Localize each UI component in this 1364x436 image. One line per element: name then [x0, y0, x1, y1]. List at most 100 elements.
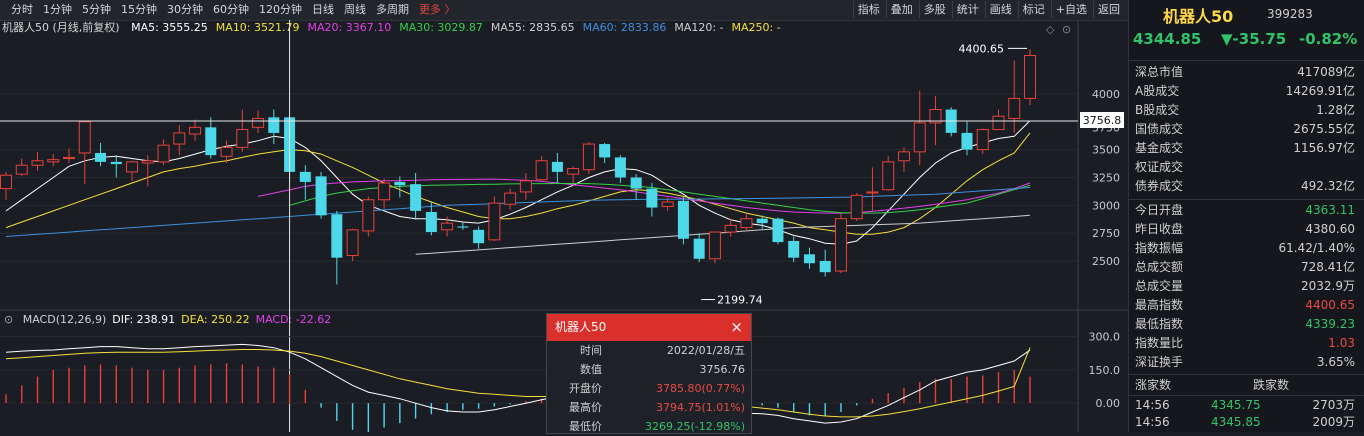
tooltip-value: 3785.80(0.77%)	[655, 382, 745, 395]
candle-body	[31, 160, 44, 166]
crosshair-price-label: 3756.8	[1083, 114, 1122, 127]
candle-body	[331, 214, 343, 258]
candle-body	[740, 218, 753, 229]
candle-body	[567, 168, 580, 175]
stat-label: 总成交量	[1135, 279, 1184, 293]
tooltip-key: 最低价	[569, 420, 602, 433]
price-tick-label: 2750	[1092, 227, 1120, 240]
stat-row: 最高指数 4400.65	[1129, 296, 1364, 315]
turnover-list: 深总市值 417089亿 A股成交 14269.91亿 B股成交 1.28亿 国债成交 267…	[1129, 63, 1364, 196]
price-tick-label: 3250	[1092, 171, 1120, 184]
close-icon[interactable]: ×	[730, 314, 743, 341]
tick-row: 14:56 4345.85 2009万	[1129, 414, 1364, 431]
tooltip-value: 3269.25(-12.98%)	[645, 420, 745, 433]
stat-value: 61.42/1.40%	[1278, 241, 1355, 255]
candle-body	[425, 212, 437, 233]
candle-body	[220, 146, 233, 157]
tick-price: 4345.75	[1211, 398, 1261, 412]
settings-icon[interactable]: ⊙	[1062, 23, 1071, 36]
tick-time: 14:56	[1135, 398, 1170, 412]
tooltip-row: 开盘价 3785.80(0.77%)	[547, 379, 751, 398]
stat-value: 14269.91亿	[1285, 84, 1355, 98]
macd-legend-item: DEA: 250.22	[181, 313, 250, 326]
candle-body	[236, 129, 249, 148]
macd-tick-label: 300.0	[1089, 331, 1121, 344]
ma-line-ma60	[5, 187, 1031, 237]
candle-body	[205, 127, 217, 156]
candle-body	[189, 126, 202, 135]
tooltip-value: 3794.75(1.01%)	[655, 401, 745, 414]
candle-body	[850, 194, 863, 220]
diamond-icon[interactable]: ◇	[1046, 23, 1055, 36]
stat-label: 最高指数	[1135, 298, 1184, 312]
macd-toggle-icon[interactable]: ⊙	[4, 313, 13, 326]
candle-body	[882, 161, 895, 191]
candle-body	[47, 159, 60, 163]
stat-row: 总成交量 2032.9万	[1129, 277, 1364, 296]
stat-label: 债券成交	[1135, 179, 1184, 193]
candle-body	[410, 184, 422, 211]
stat-label: 今日开盘	[1135, 203, 1184, 217]
stat-row: 债券成交 492.32亿	[1129, 177, 1364, 196]
stat-row: 指数量比 1.03	[1129, 334, 1364, 353]
candle-body	[724, 224, 737, 233]
stat-row: 基金成交 1156.97亿	[1129, 139, 1364, 158]
candle-body	[913, 122, 926, 153]
price-tick-label: 3500	[1092, 144, 1120, 157]
stat-row: 国债成交 2675.55亿	[1129, 120, 1364, 139]
stat-row: A股成交 14269.91亿	[1129, 82, 1364, 101]
stat-value: 1.03	[1328, 336, 1355, 350]
price-tick-label: 3000	[1092, 199, 1120, 212]
stat-label: 最低指数	[1135, 317, 1184, 331]
candle-body	[504, 192, 517, 205]
tooltip-header: 机器人50 ×	[547, 314, 751, 341]
candle-body	[599, 144, 611, 158]
tooltip-value: 2022/01/28/五	[666, 344, 745, 357]
high-annotation: 4400.65	[959, 42, 1005, 55]
divider	[1129, 60, 1364, 61]
index-code: 399283	[1267, 7, 1313, 21]
stat-value: 4339.23	[1305, 317, 1355, 331]
candle-body	[772, 218, 784, 243]
stat-row: 权证成交	[1129, 158, 1364, 177]
candle-body	[630, 177, 642, 189]
quote-panel: 机器人50 399283 4344.85 ▼-35.75 -0.82% 深总市值…	[1128, 0, 1364, 432]
stat-value: 492.32亿	[1301, 179, 1355, 193]
stat-value: 1.28亿	[1316, 103, 1355, 117]
tick-volume: 2703万	[1312, 398, 1355, 412]
candle-body	[268, 117, 280, 133]
macd-tick-label: 150.0	[1089, 364, 1121, 377]
tooltip-value: 3756.76	[699, 363, 746, 376]
tooltip-row: 最低价 3269.25(-12.98%)	[547, 417, 751, 436]
tick-price: 4345.85	[1211, 415, 1261, 429]
macd-dif-line	[5, 343, 1031, 424]
stat-label: 指数量比	[1135, 336, 1184, 350]
candle-body	[346, 229, 359, 256]
index-name: 机器人50	[1163, 7, 1234, 26]
stat-label: 基金成交	[1135, 141, 1184, 155]
candle-body	[788, 240, 800, 258]
candle-body	[457, 226, 469, 228]
stat-value: 4400.65	[1305, 298, 1355, 312]
candle-body	[441, 222, 454, 231]
ma-line-ma55	[415, 214, 1031, 255]
advance-decline-header: 涨家数 跌家数	[1129, 376, 1364, 394]
candle-body	[394, 181, 406, 186]
tooltip-key: 开盘价	[569, 382, 602, 395]
stat-value	[1219, 158, 1364, 177]
candle-body	[519, 180, 532, 193]
stat-row: B股成交 1.28亿	[1129, 101, 1364, 120]
candle-body	[756, 218, 768, 224]
candle-body	[157, 144, 170, 163]
decline-label: 跌家数	[1253, 378, 1290, 392]
price-change: ▼-35.75	[1221, 30, 1287, 48]
candle-body	[252, 117, 265, 128]
price-change-pct: -0.82%	[1299, 30, 1358, 48]
candle-body	[78, 121, 91, 154]
candle-body	[819, 261, 831, 273]
candle-body	[661, 201, 674, 207]
candle-body	[110, 161, 122, 165]
candle-body	[834, 218, 847, 272]
candle-body	[582, 143, 595, 171]
candle-body	[535, 160, 548, 181]
